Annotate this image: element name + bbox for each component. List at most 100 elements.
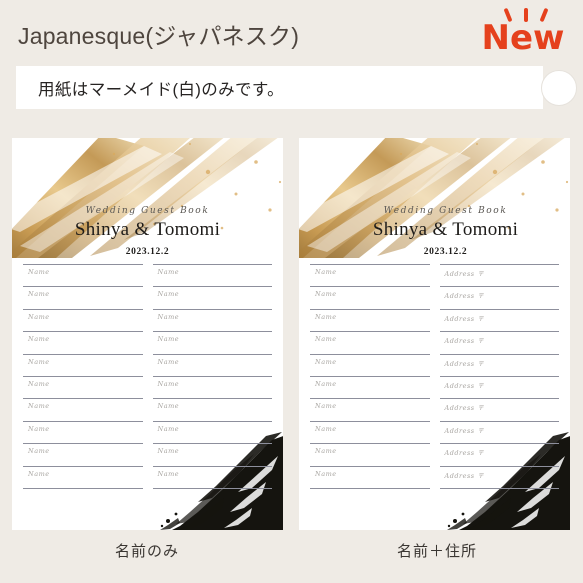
card-header-name-only: Wedding Guest Book Shinya & Tomomi 2023.… <box>12 206 283 257</box>
guest-address-field[interactable]: Address 〒 <box>439 465 559 488</box>
card-script-title: Wedding Guest Book <box>383 206 508 216</box>
card-couple-names: Shinya & Tomomi <box>74 219 221 240</box>
guest-address-field[interactable]: Address 〒 <box>439 420 559 443</box>
column-label: Address 〒 <box>444 449 485 458</box>
guest-book-card-name-address[interactable]: Wedding Guest Book Shinya & Tomomi 2023.… <box>299 138 570 530</box>
table-row: Name Address 〒 <box>310 353 559 376</box>
guest-name-field[interactable]: Name <box>23 375 143 398</box>
guest-address-field[interactable]: Address 〒 <box>439 308 559 331</box>
notice-text: 用紙はマーメイド(白)のみです。 <box>38 80 285 99</box>
notice-bar: 用紙はマーメイド(白)のみです。 <box>16 66 543 109</box>
column-label: Name <box>315 402 337 411</box>
column-label: Address 〒 <box>444 314 485 323</box>
table-row: Name Name <box>23 308 272 331</box>
guest-name-field[interactable]: Name <box>23 420 143 443</box>
guest-name-field[interactable]: Name <box>310 398 430 420</box>
guest-address-field[interactable]: Address 〒 <box>439 331 559 353</box>
column-label: Name <box>28 335 50 344</box>
guest-name-field[interactable]: Name <box>23 353 143 376</box>
guest-name-field[interactable]: Name <box>152 465 272 488</box>
table-row-closing-rule <box>310 487 559 510</box>
product-preview-row: Wedding Guest Book Shinya & Tomomi 2023.… <box>0 138 583 530</box>
closing-rule <box>310 487 430 489</box>
table-row-closing-rule <box>23 487 272 510</box>
guest-name-field[interactable]: Name <box>23 398 143 420</box>
table-row: Name Name <box>23 286 272 308</box>
guest-name-field[interactable]: Name <box>310 375 430 398</box>
guest-name-field[interactable]: Name <box>152 264 272 286</box>
guest-address-field[interactable]: Address 〒 <box>439 398 559 420</box>
guest-name-field[interactable]: Name <box>23 264 143 286</box>
column-label: Name <box>157 424 180 433</box>
table-row: Name Name <box>23 398 272 420</box>
page-header: Japanesque(ジャパネスク) New <box>0 0 583 62</box>
column-label: Name <box>315 424 337 433</box>
card-date: 2023.12.2 <box>423 247 468 257</box>
table-row: Name Name <box>23 465 272 488</box>
guest-name-field[interactable]: Name <box>152 286 272 308</box>
guest-name-field[interactable]: Name <box>23 331 143 353</box>
guest-name-field[interactable]: Name <box>152 443 272 465</box>
guest-address-field[interactable]: Address 〒 <box>439 375 559 398</box>
guest-name-field[interactable]: Name <box>310 420 430 443</box>
guest-name-field[interactable]: Name <box>310 308 430 331</box>
table-row: Name Address 〒 <box>310 286 559 308</box>
guest-name-field[interactable]: Name <box>152 353 272 376</box>
column-label: Name <box>28 447 50 456</box>
guest-address-field[interactable]: Address 〒 <box>439 353 559 376</box>
guest-rows-name-address: Name Address 〒 Name Address 〒 Name Addre… <box>299 264 570 510</box>
column-label: Address 〒 <box>444 359 485 368</box>
column-label: Address 〒 <box>444 404 485 413</box>
guest-name-field[interactable]: Name <box>152 398 272 420</box>
guest-address-field[interactable]: Address 〒 <box>439 286 559 308</box>
guest-name-field[interactable]: Name <box>23 286 143 308</box>
column-label: Name <box>28 290 50 299</box>
guest-book-card-name-only[interactable]: Wedding Guest Book Shinya & Tomomi 2023.… <box>12 138 283 530</box>
column-label: Name <box>157 379 180 388</box>
column-label: Address 〒 <box>444 426 485 435</box>
column-label: Name <box>315 447 337 456</box>
column-label: Name <box>28 268 50 276</box>
guest-name-field[interactable]: Name <box>152 420 272 443</box>
column-label: Address 〒 <box>444 270 485 278</box>
table-row: Name Address 〒 <box>310 331 559 353</box>
guest-address-field[interactable]: Address 〒 <box>439 443 559 465</box>
column-label: Name <box>157 469 180 478</box>
guest-name-field[interactable]: Name <box>23 443 143 465</box>
guest-name-field[interactable]: Name <box>310 353 430 376</box>
card-header-name-address: Wedding Guest Book Shinya & Tomomi 2023.… <box>299 206 570 257</box>
guest-name-field[interactable]: Name <box>310 286 430 308</box>
guest-name-field[interactable]: Name <box>23 308 143 331</box>
caption-name-address: 名前＋住所 <box>396 543 477 560</box>
guest-name-field[interactable]: Name <box>23 465 143 488</box>
guest-name-field[interactable]: Name <box>152 331 272 353</box>
closing-rule <box>439 487 559 489</box>
table-row: Name Name <box>23 375 272 398</box>
card-couple-names: Shinya & Tomomi <box>372 219 519 240</box>
card-date: 2023.12.2 <box>125 247 170 257</box>
column-label: Name <box>28 312 50 321</box>
column-label: Name <box>315 469 337 478</box>
column-label: Address 〒 <box>444 337 485 346</box>
closing-rule <box>23 487 143 489</box>
guest-name-field[interactable]: Name <box>152 375 272 398</box>
table-row: Name Address 〒 <box>310 264 559 286</box>
guest-name-field[interactable]: Name <box>152 308 272 331</box>
column-label: Name <box>315 312 337 321</box>
guest-name-field[interactable]: Name <box>310 443 430 465</box>
column-label: Address 〒 <box>444 381 485 390</box>
guest-name-field[interactable]: Name <box>310 331 430 353</box>
guest-name-field[interactable]: Name <box>310 264 430 286</box>
closing-rule <box>152 487 272 489</box>
guest-name-field[interactable]: Name <box>310 465 430 488</box>
table-row: Name Address 〒 <box>310 375 559 398</box>
table-row: Name Address 〒 <box>310 443 559 465</box>
table-row: Name Address 〒 <box>310 308 559 331</box>
table-row: Name Address 〒 <box>310 420 559 443</box>
table-row: Name Name <box>23 443 272 465</box>
column-label: Name <box>28 402 50 411</box>
column-label: Name <box>157 402 180 411</box>
column-label: Name <box>28 379 50 388</box>
column-label: Address 〒 <box>444 471 485 480</box>
guest-address-field[interactable]: Address 〒 <box>439 264 559 286</box>
